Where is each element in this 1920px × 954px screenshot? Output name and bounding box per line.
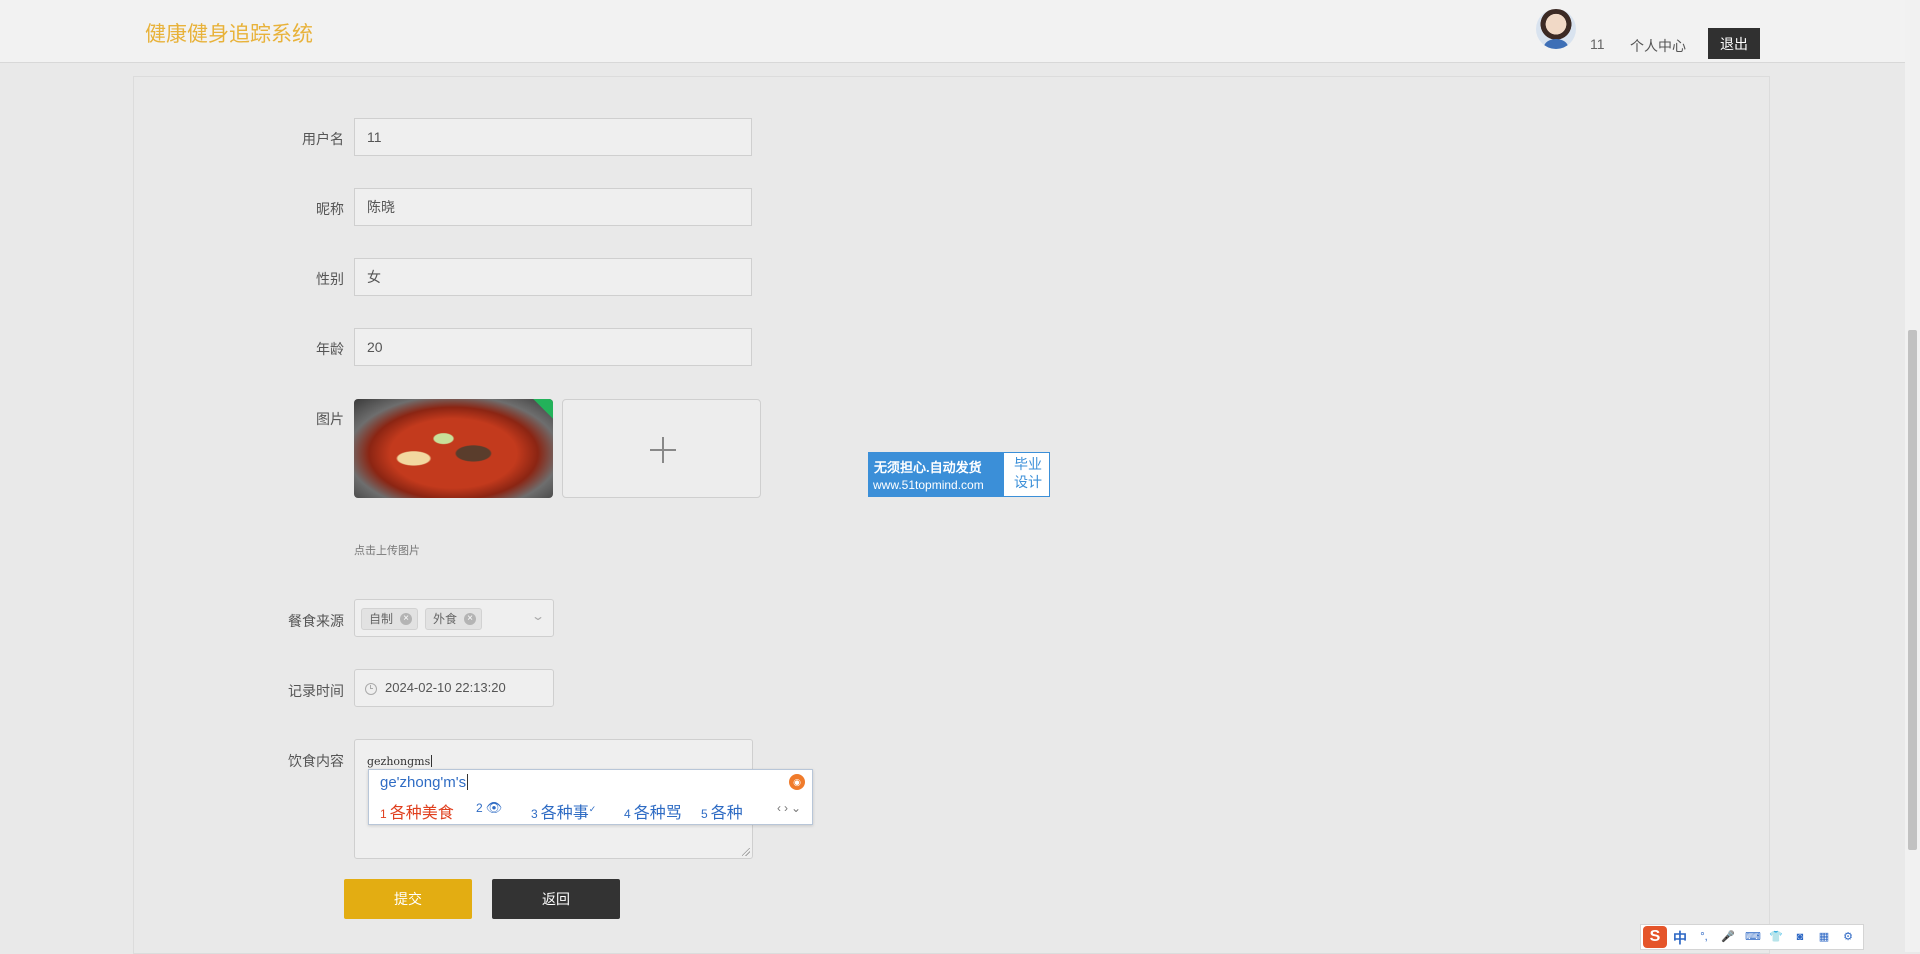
ad-banner[interactable]: 无须担心.自动发货 www.51topmind.com 毕业 设计 bbox=[868, 452, 1050, 497]
nickname-field[interactable]: 陈晓 bbox=[354, 188, 752, 226]
settings-gear-icon[interactable]: ⚙ bbox=[1841, 930, 1855, 944]
sogou-logo-icon[interactable]: S bbox=[1643, 926, 1667, 948]
diet-content-text: gezhongms bbox=[367, 755, 431, 768]
candidate-text: 各种 bbox=[710, 805, 743, 822]
gender-label: 性别 bbox=[316, 271, 344, 287]
image-status-corner bbox=[533, 399, 553, 419]
ime-toolbar: S 中 °, 🎤 ⌨ 👕 ◙ ▦ ⚙ bbox=[1640, 924, 1864, 950]
ad-banner-right: 毕业 设计 bbox=[1007, 455, 1049, 491]
app-title: 健康健身追踪系统 bbox=[145, 23, 313, 46]
ad-banner-left: 无须担心.自动发货 www.51topmind.com bbox=[869, 453, 1004, 496]
user-id: 11 bbox=[1590, 36, 1605, 52]
ime-mode-toggle[interactable]: 中 bbox=[1673, 928, 1687, 948]
ime-candidate[interactable]: 5 各种 bbox=[701, 799, 743, 823]
ime-skin-icon[interactable]: ◉ bbox=[789, 774, 805, 790]
gender-field[interactable]: 女 bbox=[354, 258, 752, 296]
candidate-number: 3 bbox=[531, 807, 538, 821]
candidate-number: 2 bbox=[476, 801, 483, 815]
image-upload-button[interactable] bbox=[562, 399, 761, 498]
ime-candidate-popup: ge'zhong'm's ◉ 1 各种美食 2 👁 3 各种事✓ 4 各种骂 5 各种 ‹… bbox=[368, 769, 813, 825]
chip-label: 自制 bbox=[369, 612, 394, 626]
ime-page-nav-icon[interactable]: ‹›⌄ bbox=[777, 801, 804, 815]
ad-right2: 设计 bbox=[1014, 474, 1042, 490]
ime-candidate[interactable]: 4 各种骂 bbox=[624, 799, 682, 823]
meal-source-chip: 自制 × bbox=[361, 608, 418, 630]
ad-right1: 毕业 bbox=[1014, 456, 1042, 472]
ad-line2: www.51topmind.com bbox=[873, 478, 984, 492]
back-button[interactable]: 返回 bbox=[492, 879, 620, 919]
candidate-number: 1 bbox=[380, 807, 387, 821]
ad-line1: 无须担心.自动发货 bbox=[874, 460, 982, 475]
nickname-label: 昵称 bbox=[316, 201, 344, 217]
avatar[interactable] bbox=[1536, 9, 1576, 49]
meal-source-select[interactable]: 自制 × 外食 × ⌄ bbox=[354, 599, 554, 637]
age-label: 年龄 bbox=[316, 341, 344, 357]
keyboard-icon[interactable]: ⌨ bbox=[1745, 930, 1761, 944]
submit-button[interactable]: 提交 bbox=[344, 879, 472, 919]
candidate-number: 4 bbox=[624, 807, 631, 821]
emoji-candidate-icon: 👁 bbox=[485, 800, 503, 815]
meal-source-chip: 外食 × bbox=[425, 608, 482, 630]
skin-shirt-icon[interactable]: 👕 bbox=[1769, 930, 1783, 944]
robot-icon[interactable]: ◙ bbox=[1793, 930, 1807, 944]
candidate-text: 各种美食 bbox=[389, 805, 454, 822]
top-header: 健康健身追踪系统 11 个人中心 退出 bbox=[0, 0, 1905, 63]
image-label: 图片 bbox=[316, 411, 344, 427]
punctuation-icon[interactable]: °, bbox=[1697, 930, 1711, 944]
microphone-icon[interactable]: 🎤 bbox=[1721, 930, 1735, 944]
candidate-number: 5 bbox=[701, 807, 708, 821]
chip-label: 外食 bbox=[433, 612, 458, 626]
ime-candidate[interactable]: 3 各种事✓ bbox=[531, 799, 596, 823]
record-time-value: 2024-02-10 22:13:20 bbox=[385, 680, 506, 695]
candidate-text: 各种事 bbox=[540, 805, 589, 822]
age-field[interactable]: 20 bbox=[354, 328, 752, 366]
meal-source-label: 餐食来源 bbox=[288, 613, 344, 629]
plus-icon-vertical bbox=[662, 437, 664, 463]
logout-button[interactable]: 退出 bbox=[1708, 28, 1760, 59]
chevron-down-icon[interactable]: ⌄ bbox=[531, 609, 545, 623]
record-time-picker[interactable]: 2024-02-10 22:13:20 bbox=[354, 669, 554, 707]
ime-candidate[interactable]: 2 👁 bbox=[476, 799, 502, 817]
page-scrollbar[interactable] bbox=[1905, 0, 1920, 952]
diet-content-label: 饮食内容 bbox=[288, 753, 344, 769]
chip-remove-icon[interactable]: × bbox=[400, 613, 412, 625]
record-time-label: 记录时间 bbox=[288, 683, 344, 699]
personal-center-link[interactable]: 个人中心 bbox=[1630, 36, 1686, 56]
ime-candidate[interactable]: 1 各种美食 bbox=[380, 799, 454, 823]
username-label: 用户名 bbox=[302, 131, 344, 147]
ime-composition: ge'zhong'm's bbox=[380, 774, 467, 791]
resize-handle-icon[interactable] bbox=[742, 848, 750, 856]
chip-remove-icon[interactable]: × bbox=[464, 613, 476, 625]
clock-icon bbox=[365, 683, 377, 695]
toolbox-icon[interactable]: ▦ bbox=[1817, 930, 1831, 944]
candidate-text: 各种骂 bbox=[633, 805, 682, 822]
scrollbar-thumb[interactable] bbox=[1908, 330, 1917, 850]
uploaded-food-image[interactable] bbox=[354, 399, 553, 498]
username-field[interactable]: 11 bbox=[354, 118, 752, 156]
upload-hint: 点击上传图片 bbox=[354, 545, 420, 557]
verified-icon: ✓ bbox=[588, 804, 597, 814]
